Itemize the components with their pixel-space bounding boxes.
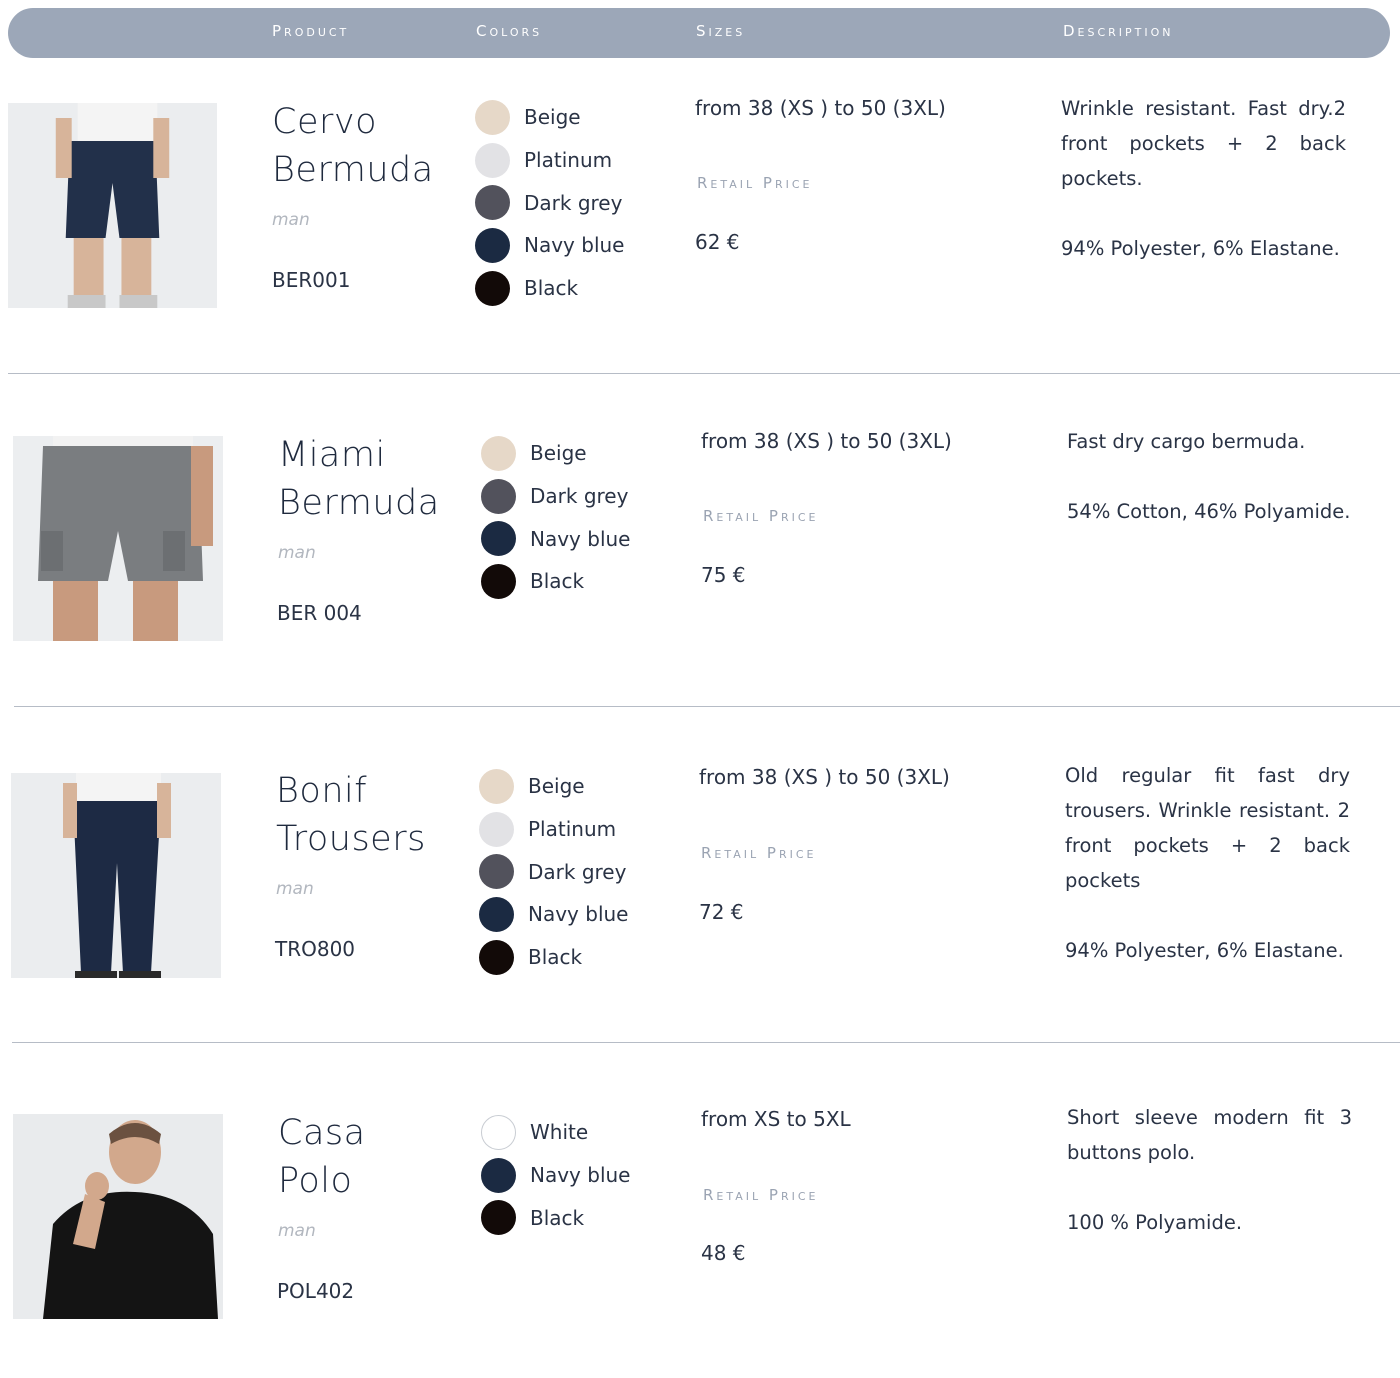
product-description: Old regular fit fast dry trousers. Wrink… — [1065, 758, 1350, 968]
color-label: White — [530, 1120, 589, 1145]
row-divider — [12, 1042, 1400, 1043]
product-description: Fast dry cargo bermuda. 54% Cotton, 46% … — [1067, 424, 1352, 529]
color-label: Black — [530, 569, 585, 594]
color-swatch — [479, 768, 514, 804]
product-row: Casa Polo man POL402 White Navy blue Bla… — [0, 0, 1400, 1319]
cargo-shorts-model-image — [13, 436, 223, 641]
color-item: Dark grey — [479, 850, 628, 893]
product-name-line: Trousers — [276, 819, 426, 859]
product-photo — [11, 773, 221, 978]
color-swatch — [479, 939, 514, 975]
composition-text: 100 % Polyamide. — [1067, 1211, 1243, 1234]
color-label: Black — [528, 945, 583, 970]
product-code: BER 004 — [277, 601, 362, 625]
product-description: Short sleeve modern fit 3 buttons polo. … — [1067, 1100, 1352, 1240]
size-range: from 38 (XS ) to 50 (3XL) — [701, 429, 952, 453]
product-photo — [13, 436, 223, 641]
product-gender: man — [278, 1221, 316, 1241]
retail-price-label: Retail Price — [703, 507, 819, 525]
color-item: Black — [481, 1196, 630, 1239]
color-swatch — [481, 435, 516, 471]
size-range: from 38 (XS ) to 50 (3XL) — [699, 765, 950, 789]
color-swatch — [479, 854, 514, 890]
color-swatch — [481, 563, 516, 599]
description-text: Short sleeve modern fit 3 buttons polo. — [1067, 1106, 1352, 1164]
color-swatch — [481, 521, 516, 557]
color-swatch — [481, 1114, 516, 1150]
size-range: from XS to 5XL — [701, 1107, 851, 1131]
color-item: Black — [475, 267, 624, 310]
color-label: Black — [524, 276, 579, 301]
color-label: Beige — [528, 774, 585, 799]
product-gender: man — [276, 879, 314, 899]
color-swatch — [479, 896, 514, 932]
retail-price-label: Retail Price — [703, 1186, 819, 1204]
color-item: Black — [481, 560, 630, 603]
color-item: Navy blue — [481, 517, 630, 560]
color-swatch — [481, 1157, 516, 1193]
polo-model-image — [13, 1114, 223, 1319]
color-item: Beige — [479, 765, 628, 808]
product-code: BER001 — [272, 268, 351, 292]
color-item: Navy blue — [481, 1154, 630, 1197]
description-text: Fast dry cargo bermuda. — [1067, 430, 1306, 453]
color-label: Navy blue — [530, 1163, 631, 1188]
retail-price: 48 € — [701, 1241, 746, 1265]
row-divider — [14, 706, 1400, 707]
product-name: Miami Bermuda — [278, 431, 458, 527]
color-item: Beige — [481, 432, 630, 475]
retail-price: 72 € — [699, 900, 744, 924]
color-label: Navy blue — [528, 902, 629, 927]
color-label: Dark grey — [528, 859, 627, 884]
color-list: Beige Platinum Dark grey Navy blue Black — [479, 765, 628, 978]
retail-price-label: Retail Price — [701, 844, 817, 862]
color-label: Dark grey — [530, 484, 629, 509]
color-item: Navy blue — [479, 893, 628, 936]
product-gender: man — [278, 543, 316, 563]
color-swatch — [475, 270, 510, 306]
color-swatch — [479, 811, 514, 847]
color-label: Navy blue — [530, 526, 631, 551]
product-photo — [13, 1114, 223, 1319]
product-name-line: Polo — [278, 1161, 353, 1201]
description-text: Old regular fit fast dry trousers. Wrink… — [1065, 764, 1350, 892]
product-code: TRO800 — [275, 937, 356, 961]
trousers-model-image — [11, 773, 221, 978]
color-item: Dark grey — [481, 475, 630, 518]
product-name-line: Bonif — [276, 771, 368, 811]
row-divider — [8, 373, 1400, 374]
retail-price: 75 € — [701, 563, 746, 587]
color-swatch — [481, 1200, 516, 1236]
product-name: Bonif Trousers — [276, 767, 456, 863]
product-name: Casa Polo — [278, 1109, 458, 1205]
product-name-line: Casa — [278, 1113, 366, 1153]
color-item: Platinum — [479, 808, 628, 851]
color-label: Platinum — [528, 817, 617, 842]
color-swatch — [481, 478, 516, 514]
color-label: Black — [530, 1205, 585, 1230]
color-item: White — [481, 1111, 630, 1154]
product-name-line: Bermuda — [278, 483, 440, 523]
composition-text: 54% Cotton, 46% Polyamide. — [1067, 500, 1351, 523]
product-code: POL402 — [277, 1279, 355, 1303]
product-name-line: Miami — [278, 435, 386, 475]
composition-text: 94% Polyester, 6% Elastane. — [1065, 939, 1344, 962]
color-list: Beige Dark grey Navy blue Black — [481, 432, 630, 603]
color-label: Beige — [530, 441, 587, 466]
color-item: Black — [479, 936, 628, 979]
color-list: White Navy blue Black — [481, 1111, 630, 1239]
